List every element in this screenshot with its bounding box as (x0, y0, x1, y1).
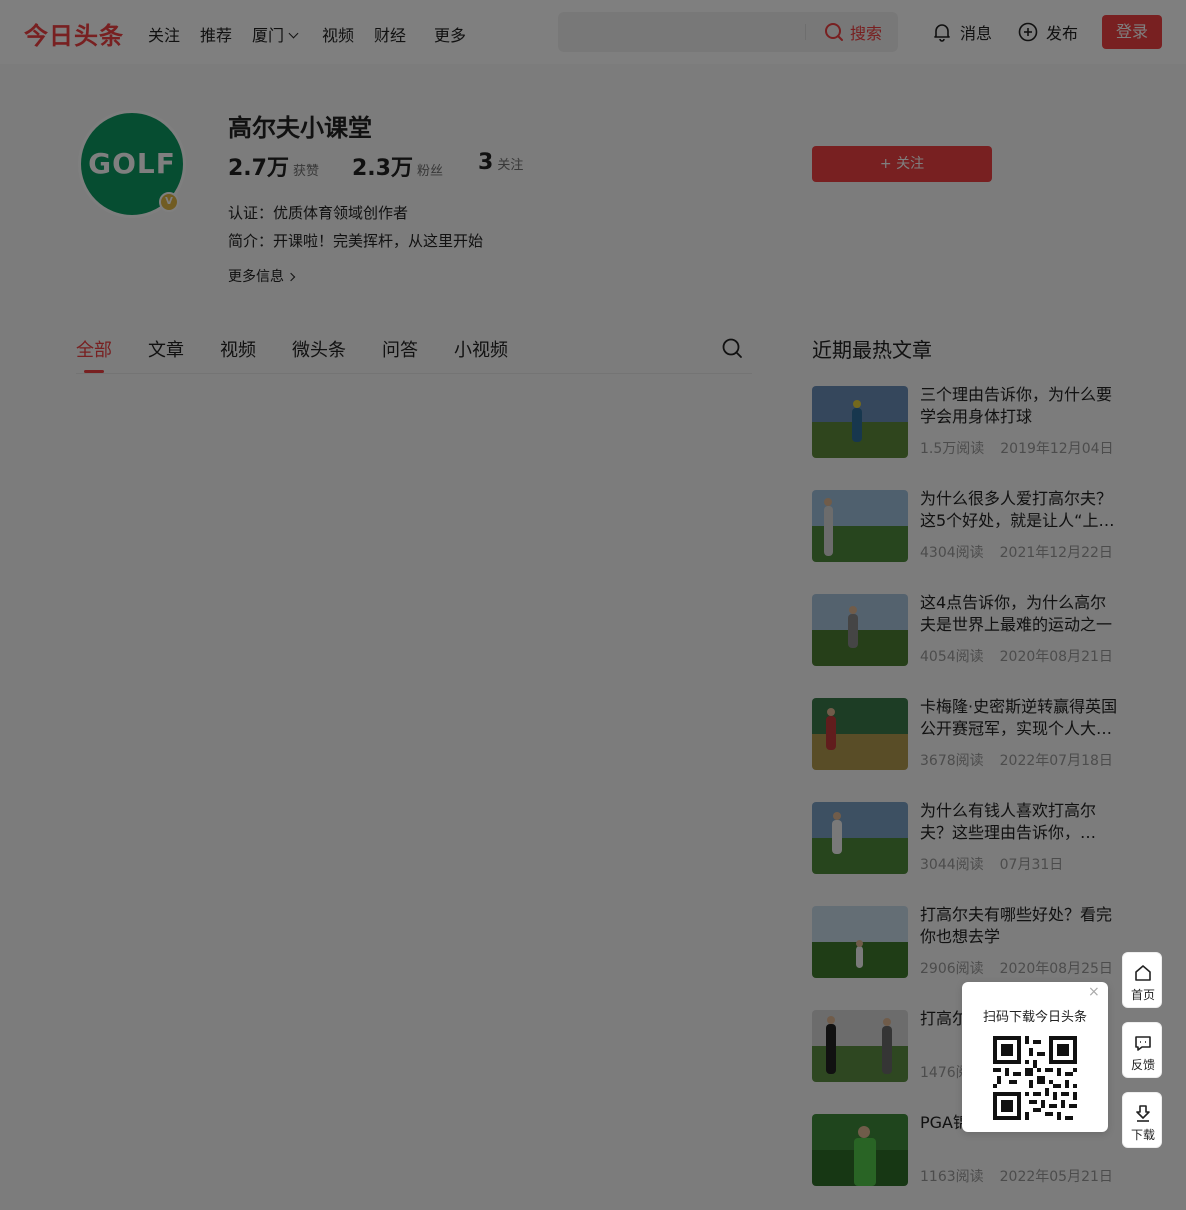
side-tool-feedback[interactable]: 反馈 (1122, 1022, 1162, 1078)
page-root: 今日头条 关注 推荐 厦门 视频 财经 更多 搜索 消息 发布 登录 GOLF … (0, 0, 1186, 1210)
side-tool-download[interactable]: 下载 (1122, 1092, 1162, 1148)
qr-code-icon (993, 1036, 1077, 1120)
qr-label: 扫码下载今日头条 (982, 1010, 1087, 1025)
side-tool-feedback-label: 反馈 (1130, 1058, 1155, 1072)
close-icon[interactable]: × (1088, 984, 1100, 1000)
feedback-icon (1135, 1036, 1151, 1051)
home-icon (1135, 965, 1151, 981)
side-tool-download-label: 下载 (1130, 1128, 1155, 1142)
download-icon (1136, 1105, 1150, 1122)
side-tool-home[interactable]: 首页 (1122, 952, 1162, 1008)
qr-download-popup: × 扫码下载今日头条 (962, 982, 1108, 1132)
side-tool-home-label: 首页 (1130, 988, 1155, 1002)
